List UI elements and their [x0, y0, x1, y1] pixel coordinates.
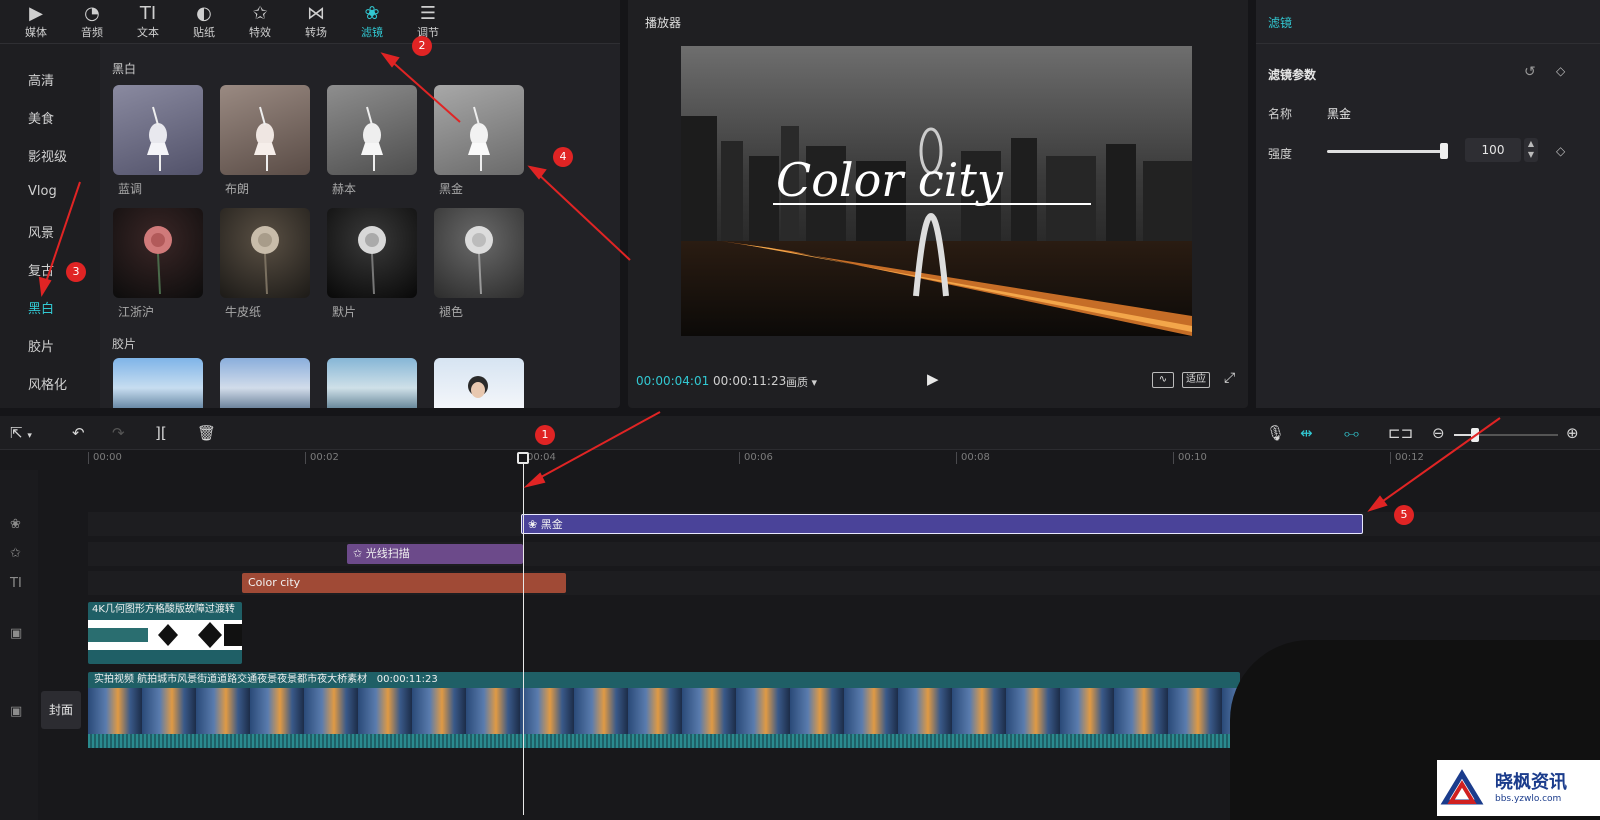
watermark-logo — [1440, 769, 1484, 805]
annotation-badge-2: 2 — [412, 36, 432, 56]
watermark-url: bbs.yzwlo.com — [1495, 794, 1562, 804]
annotation-badge-5: 5 — [1394, 505, 1414, 525]
watermark-text: 晓枫资讯 — [1495, 772, 1567, 793]
annotation-badge-4: 4 — [553, 147, 573, 167]
annotation-arrows — [38, 52, 1501, 512]
annotation-badge-1: 1 — [535, 425, 555, 445]
annotation-badge-3: 3 — [66, 262, 86, 282]
